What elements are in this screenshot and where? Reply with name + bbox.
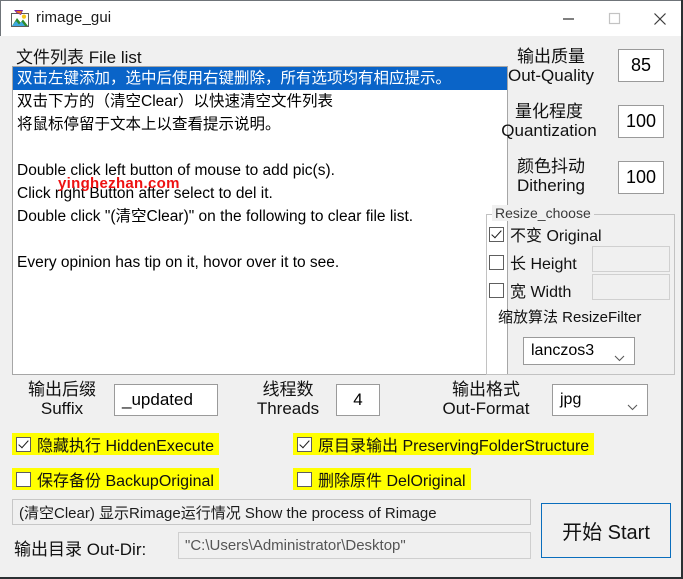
checkbox-original-label: 不变 Original xyxy=(510,228,602,245)
checkbox-preserving-folder-structure-box[interactable] xyxy=(297,436,312,452)
suffix-label: 输出后缀 Suffix xyxy=(14,380,110,418)
dithering-label-en: Dithering xyxy=(516,176,586,196)
file-list-label: 文件列表 File list xyxy=(16,48,142,67)
dithering-label-cn: 颜色抖动 xyxy=(517,157,585,176)
checkbox-preserving-folder-structure-label: 原目录输出 PreservingFolderStructure xyxy=(318,438,590,455)
chevron-down-icon[interactable] xyxy=(627,398,638,416)
out-format-select[interactable]: jpg xyxy=(552,384,648,416)
resize-choose-group-title: Resize_choose xyxy=(492,205,594,221)
checkbox-del-original-label: 删除原件 DelOriginal xyxy=(318,473,466,490)
list-item[interactable]: Every opinion has tip on it, hovor over … xyxy=(13,251,507,274)
quantization-label-en: Quantization xyxy=(501,121,597,141)
out-format-label: 输出格式 Out-Format xyxy=(434,380,538,418)
minimize-button[interactable] xyxy=(545,1,591,36)
quantization-label-cn: 量化程度 xyxy=(515,102,583,121)
list-item[interactable]: Double click "(清空Clear)" on the followin… xyxy=(13,205,507,228)
start-button[interactable]: 开始 Start xyxy=(540,502,672,559)
out-dir-input[interactable]: "C:\Users\Administrator\Desktop" xyxy=(178,532,531,559)
dithering-label: 颜色抖动 Dithering xyxy=(486,157,616,195)
checkbox-preserving-folder-structure[interactable]: 原目录输出 PreservingFolderStructure xyxy=(293,433,595,455)
out-format-value: jpg xyxy=(560,391,582,408)
out-quality-label: 输出质量 Out-Quality xyxy=(486,47,616,85)
out-quality-input[interactable]: 85 xyxy=(618,49,664,82)
out-dir-label: 输出目录 Out-Dir: xyxy=(14,540,147,559)
threads-label-cn: 线程数 xyxy=(262,380,314,399)
checkbox-del-original[interactable]: 删除原件 DelOriginal xyxy=(293,468,471,490)
list-item[interactable]: 双击左键添加，选中后使用右键删除，所有选项均有相应提示。 xyxy=(13,67,507,90)
threads-label-en: Threads xyxy=(256,398,320,418)
suffix-label-cn: 输出后缀 xyxy=(28,380,96,399)
file-list-box[interactable]: 双击左键添加，选中后使用右键删除，所有选项均有相应提示。 双击下方的（清空Cle… xyxy=(12,66,508,375)
checkbox-original-box[interactable] xyxy=(489,226,504,242)
list-item[interactable] xyxy=(13,228,507,251)
quantization-input[interactable]: 100 xyxy=(618,105,664,138)
chevron-down-icon[interactable] xyxy=(614,349,625,367)
maximize-button[interactable] xyxy=(591,1,637,36)
threads-input[interactable]: 4 xyxy=(336,384,380,416)
list-item[interactable]: Double click left button of mouse to add… xyxy=(13,159,507,182)
checkbox-height-label: 长 Height xyxy=(510,256,577,273)
checkbox-height-box[interactable] xyxy=(489,254,504,270)
suffix-label-en: Suffix xyxy=(40,398,84,418)
checkbox-backup-original-box[interactable] xyxy=(16,471,31,487)
quantization-label: 量化程度 Quantization xyxy=(484,102,614,140)
list-item[interactable] xyxy=(13,136,507,159)
checkbox-hidden-execute-box[interactable] xyxy=(16,436,31,452)
height-input[interactable] xyxy=(592,246,670,272)
width-input[interactable] xyxy=(592,274,670,300)
status-bar[interactable]: (清空Clear) 显示Rimage运行情况 Show the process … xyxy=(12,499,531,525)
image-picture-icon xyxy=(11,10,29,28)
checkbox-del-original-box[interactable] xyxy=(297,471,312,487)
window-title: rimage_gui xyxy=(36,9,112,26)
checkbox-backup-original-label: 保存备份 BackupOriginal xyxy=(37,473,214,490)
list-item[interactable]: 将鼠标停留于文本上以查看提示说明。 xyxy=(13,113,507,136)
list-item[interactable]: 双击下方的（清空Clear）以快速清空文件列表 xyxy=(13,90,507,113)
out-quality-label-en: Out-Quality xyxy=(508,66,594,86)
checkbox-width-box[interactable] xyxy=(489,282,504,298)
threads-label: 线程数 Threads xyxy=(244,380,332,418)
rimage-gui-window: rimage_gui 文件列表 File list 双击左键添加，选中后使用右键… xyxy=(0,0,683,579)
out-format-label-cn: 输出格式 xyxy=(452,380,520,399)
checkbox-original[interactable]: 不变 Original xyxy=(489,222,602,246)
out-quality-label-cn: 输出质量 xyxy=(517,47,585,66)
dithering-input[interactable]: 100 xyxy=(618,161,664,194)
checkbox-backup-original[interactable]: 保存备份 BackupOriginal xyxy=(12,468,219,490)
close-button[interactable] xyxy=(637,1,681,36)
checkbox-width-label: 宽 Width xyxy=(510,284,572,301)
resize-filter-select[interactable]: lanczos3 xyxy=(523,337,635,365)
resize-filter-value: lanczos3 xyxy=(531,342,595,359)
resize-filter-label: 缩放算法 ResizeFilter xyxy=(498,309,642,326)
checkbox-height[interactable]: 长 Height xyxy=(489,250,577,274)
title-bar: rimage_gui xyxy=(0,0,681,36)
list-item[interactable]: Click right Button after select to del i… xyxy=(13,182,507,205)
checkbox-width[interactable]: 宽 Width xyxy=(489,278,571,302)
out-format-label-en: Out-Format xyxy=(442,398,530,418)
checkbox-hidden-execute[interactable]: 隐藏执行 HiddenExecute xyxy=(12,433,219,455)
suffix-input[interactable]: _updated xyxy=(114,384,218,416)
checkbox-hidden-execute-label: 隐藏执行 HiddenExecute xyxy=(37,438,214,455)
